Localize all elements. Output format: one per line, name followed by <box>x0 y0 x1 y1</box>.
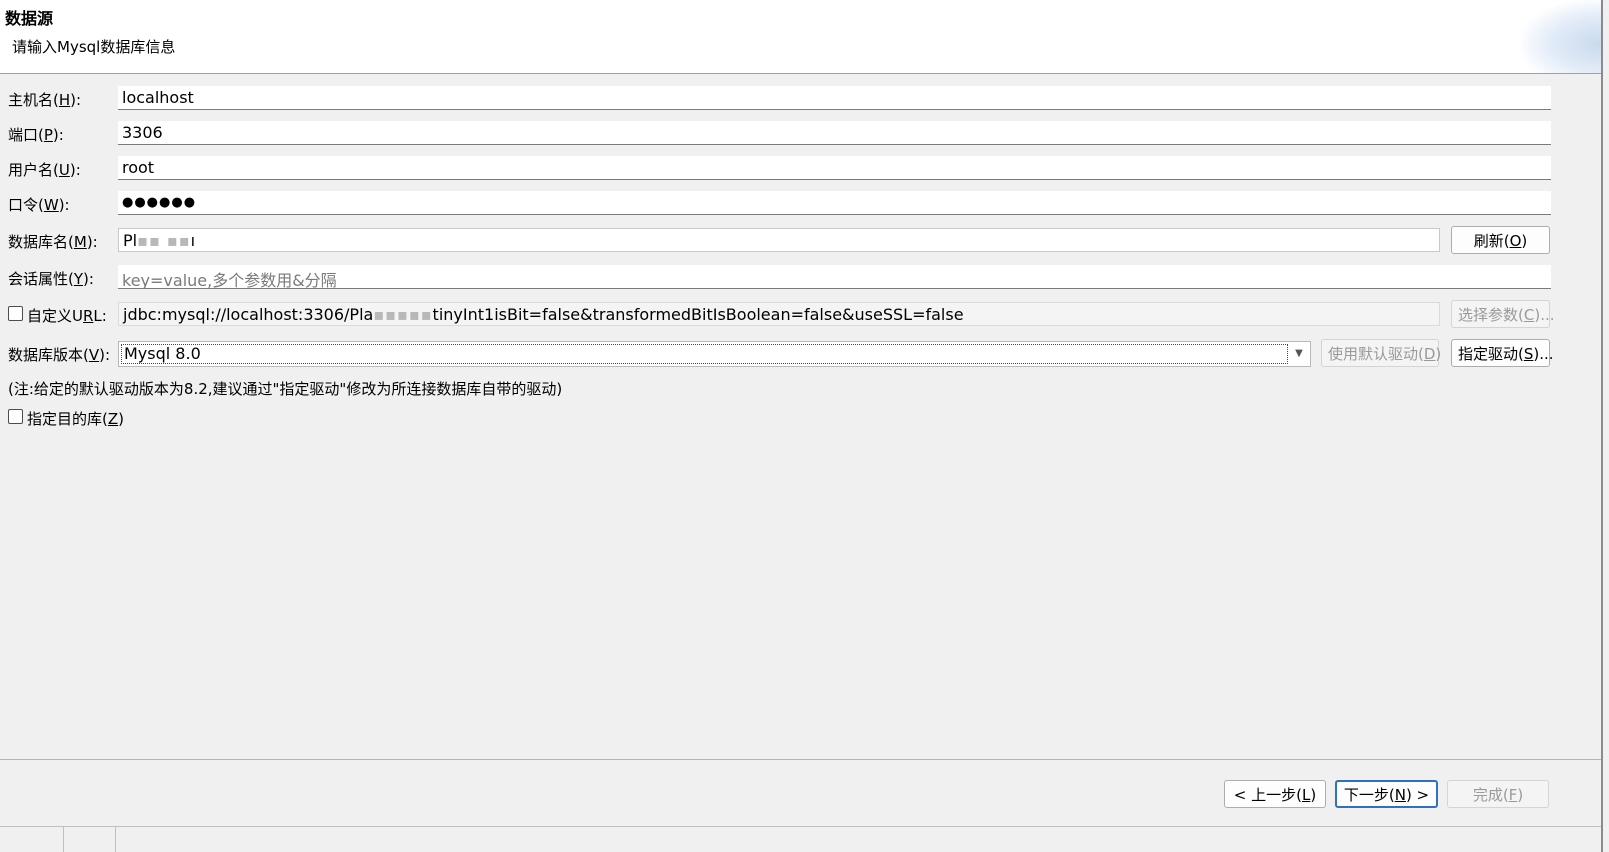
default-driver-button: 使用默认驱动(D) <box>1321 339 1441 367</box>
host-input[interactable]: localhost <box>118 86 1551 110</box>
page-description: 请输入Mysql数据库信息 <box>12 38 176 56</box>
header-graphic <box>1521 0 1601 73</box>
finish-button: 完成(F) <box>1447 780 1549 808</box>
password-label: 口令(W): <box>8 196 70 214</box>
host-label: 主机名(H): <box>8 91 82 109</box>
custom-url-checkbox[interactable] <box>8 306 23 321</box>
footer-divider <box>0 759 1601 760</box>
select-params-button: 选择参数(C)... <box>1451 300 1555 328</box>
window-edge <box>1601 0 1603 852</box>
refresh-button[interactable]: 刷新(O) <box>1451 226 1550 254</box>
redacted-text: ▪▪ ▪▪ <box>137 231 191 250</box>
password-input[interactable]: ●●●●●● <box>118 191 1551 215</box>
version-select-value: Mysql 8.0 <box>121 344 1288 364</box>
driver-note: (注:给定的默认驱动版本为8.2,建议通过"指定驱动"修改为所连接数据库自带的驱… <box>8 380 563 398</box>
bottom-tab <box>63 826 116 852</box>
user-input[interactable]: root <box>118 156 1551 180</box>
version-select[interactable]: Mysql 8.0 ▼ <box>118 341 1311 367</box>
port-label: 端口(P): <box>8 126 64 144</box>
database-label: 数据库名(M): <box>8 233 98 251</box>
version-label: 数据库版本(V): <box>8 346 111 364</box>
url-input: jdbc:mysql://localhost:3306/Pla▪▪▪▪▪tiny… <box>118 302 1440 326</box>
back-button[interactable]: < 上一步(L) <box>1224 780 1326 808</box>
target-db-checkbox[interactable] <box>8 409 23 424</box>
page-title: 数据源 <box>5 9 54 28</box>
custom-url-label: 自定义URL: <box>27 307 107 325</box>
session-label: 会话属性(Y): <box>8 270 94 288</box>
bottom-divider <box>0 826 1601 827</box>
target-db-label: 指定目的库(Z) <box>27 410 124 428</box>
next-button[interactable]: 下一步(N) > <box>1335 780 1438 808</box>
port-input[interactable]: 3306 <box>118 121 1551 145</box>
specify-driver-button[interactable]: 指定驱动(S)... <box>1451 339 1554 367</box>
session-placeholder: key=value,多个参数用&分隔 <box>122 271 337 289</box>
redacted-text: ▪▪▪▪▪ <box>373 305 433 324</box>
user-label: 用户名(U): <box>8 161 81 179</box>
session-input[interactable]: key=value,多个参数用&分隔 <box>118 265 1551 289</box>
chevron-down-icon[interactable]: ▼ <box>1292 347 1306 361</box>
wizard-header: 数据源 请输入Mysql数据库信息 <box>0 0 1601 74</box>
database-input[interactable]: Pl▪▪ ▪▪ı <box>118 228 1440 252</box>
